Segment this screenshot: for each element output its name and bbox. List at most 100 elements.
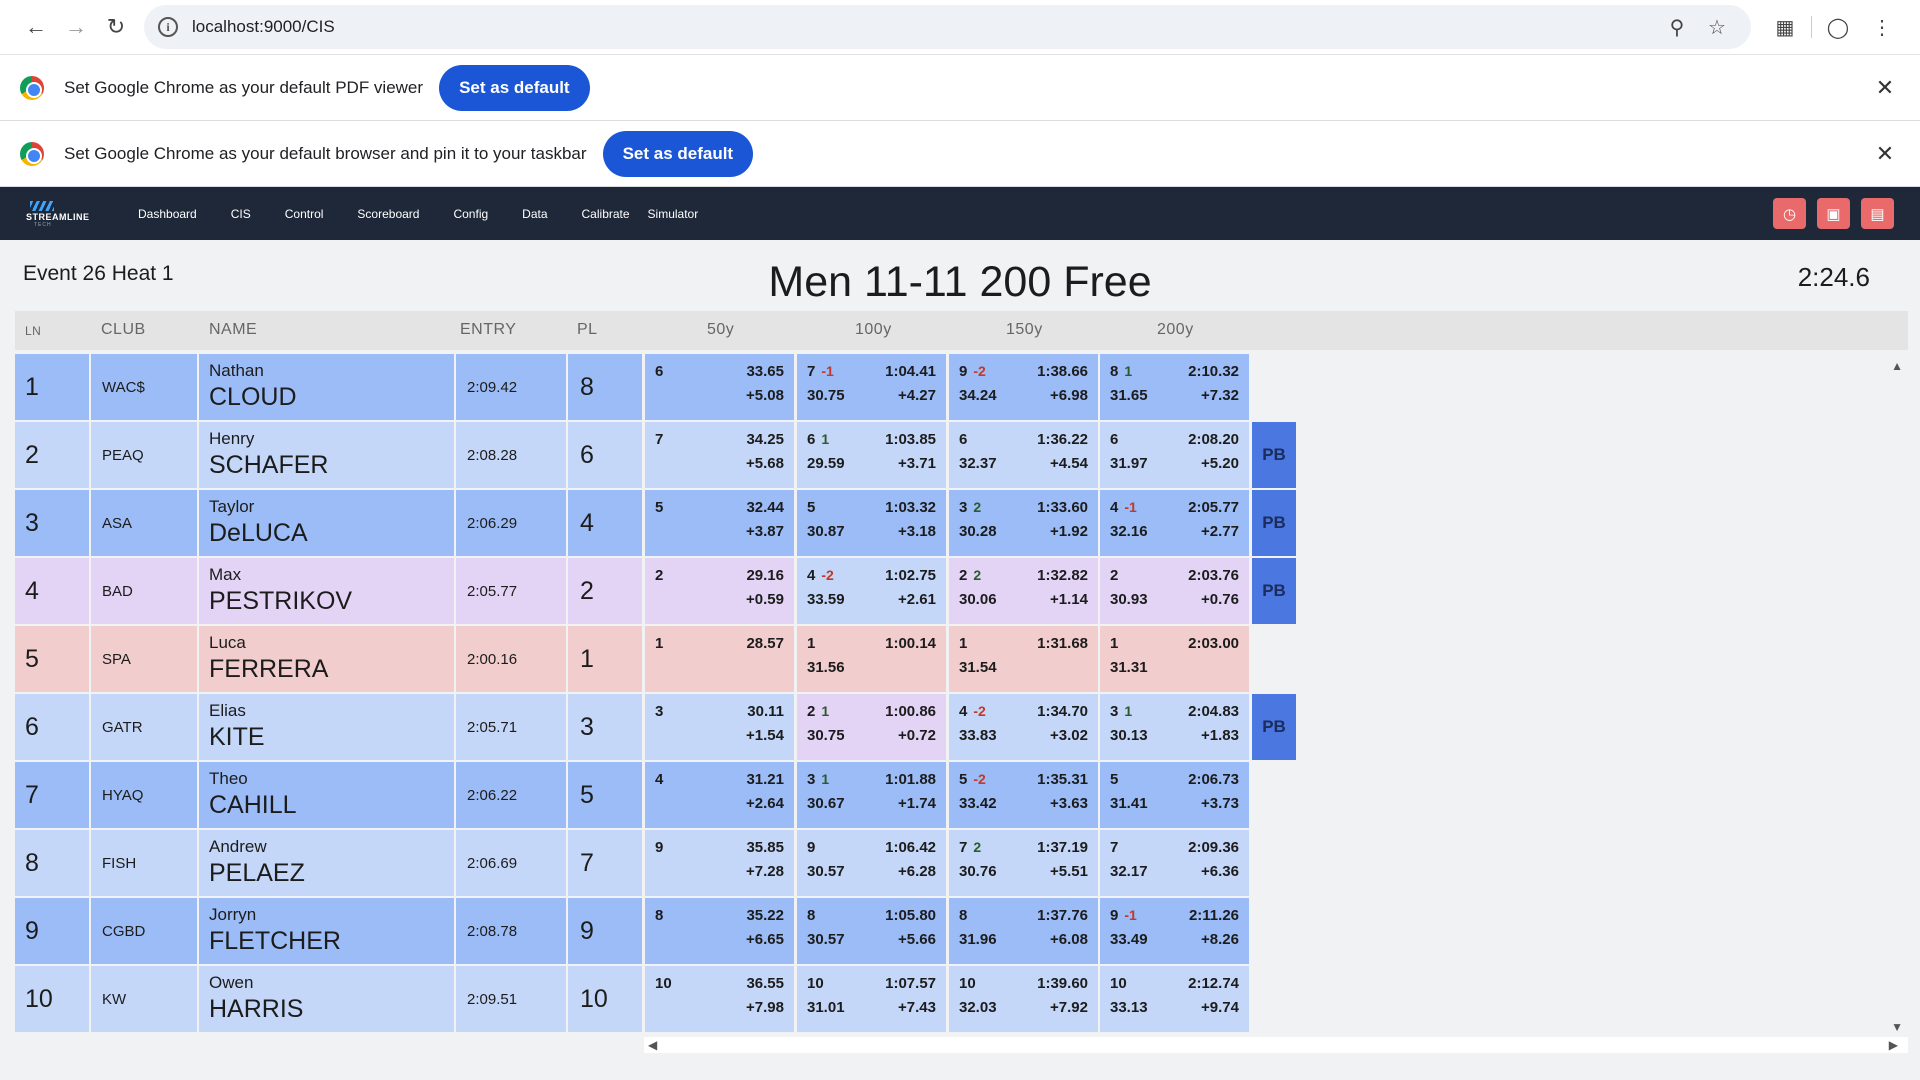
personal-best-badge: PB bbox=[1252, 558, 1296, 624]
time-behind-leader: +7.43 bbox=[898, 999, 936, 1016]
time-behind-leader: +0.59 bbox=[746, 591, 784, 608]
clock-icon[interactable]: ◷ bbox=[1773, 198, 1806, 229]
split-place-value: 8 bbox=[1110, 363, 1119, 380]
nav-config[interactable]: Config bbox=[453, 207, 488, 221]
lap-time: 32.17 bbox=[1110, 863, 1148, 880]
club-code: BAD bbox=[91, 558, 197, 624]
split-place-value: 2 bbox=[1110, 567, 1119, 584]
lane-number: 9 bbox=[15, 898, 89, 964]
nav-data[interactable]: Data bbox=[522, 207, 547, 221]
swimmer-name: Owen HARRIS bbox=[199, 966, 454, 1032]
split-place-value: 7 bbox=[655, 431, 664, 448]
nav-cis[interactable]: CIS bbox=[231, 207, 251, 221]
split-cell: 7 2:09.36 32.17 +6.36 bbox=[1100, 830, 1249, 896]
nav-dashboard[interactable]: Dashboard bbox=[138, 207, 197, 221]
lap-time: 31.01 bbox=[807, 999, 845, 1016]
split-cell: 4 31.21 +2.64 bbox=[645, 762, 794, 828]
scroll-left-arrow-icon[interactable]: ◀ bbox=[648, 1038, 657, 1052]
scroll-down-arrow-icon[interactable]: ▼ bbox=[1891, 1020, 1903, 1034]
close-icon[interactable]: ✕ bbox=[1870, 73, 1900, 103]
lap-time: 30.93 bbox=[1110, 591, 1148, 608]
cumulative-time: 1:06.42 bbox=[885, 839, 936, 856]
split-place: 5 bbox=[655, 499, 669, 516]
scroll-up-arrow-icon[interactable]: ▲ bbox=[1891, 359, 1903, 373]
last-name: SCHAFER bbox=[209, 451, 329, 479]
horizontal-scrollbar[interactable]: ◀ ▶ bbox=[644, 1037, 1908, 1053]
toolbar-divider bbox=[1811, 16, 1812, 38]
menu-kebab-icon[interactable]: ⋮ bbox=[1860, 5, 1904, 49]
zoom-icon[interactable]: ⚲ bbox=[1657, 7, 1697, 47]
close-icon[interactable]: ✕ bbox=[1870, 139, 1900, 169]
nav-scoreboard[interactable]: Scoreboard bbox=[357, 207, 419, 221]
url-text[interactable]: localhost:9000/CIS bbox=[192, 17, 1657, 37]
table-icon[interactable]: ▤ bbox=[1861, 198, 1894, 229]
place-change: 1 bbox=[821, 431, 830, 447]
set-default-button[interactable]: Set as default bbox=[439, 64, 590, 111]
cumulative-time: 33.65 bbox=[746, 363, 784, 380]
nav-calibrate[interactable]: Calibrate bbox=[582, 207, 630, 221]
cumulative-time: 1:00.14 bbox=[885, 635, 936, 652]
lap-time: 33.42 bbox=[959, 795, 997, 812]
cumulative-time: 1:02.75 bbox=[885, 567, 936, 584]
swimmer-name: Henry SCHAFER bbox=[199, 422, 454, 488]
lap-time: 30.28 bbox=[959, 523, 997, 540]
set-default-button[interactable]: Set as default bbox=[602, 130, 754, 177]
split-place-value: 5 bbox=[807, 499, 816, 516]
split-cell: 6 33.65 +5.08 bbox=[645, 354, 794, 420]
split-place: 6 bbox=[959, 431, 973, 448]
split-place: 5 bbox=[1110, 771, 1124, 788]
split-cell: 8 1:37.76 31.96 +6.08 bbox=[949, 898, 1098, 964]
time-behind-leader: +6.98 bbox=[1050, 387, 1088, 404]
time-behind-leader: +5.08 bbox=[746, 387, 784, 404]
split-cell: 8 35.22 +6.65 bbox=[645, 898, 794, 964]
col-header-50y: 50y bbox=[707, 321, 735, 338]
split-cell: 5 -2 1:35.31 33.42 +3.63 bbox=[949, 762, 1098, 828]
profile-icon[interactable]: ◯ bbox=[1816, 5, 1860, 49]
entry-time: 2:09.51 bbox=[456, 966, 566, 1032]
video-camera-icon[interactable]: ▣ bbox=[1817, 198, 1850, 229]
split-place-value: 4 bbox=[959, 703, 968, 720]
lap-time: 29.59 bbox=[807, 455, 845, 472]
split-place: 9 bbox=[807, 839, 821, 856]
forward-icon[interactable]: → bbox=[56, 7, 96, 47]
swimmer-name: Max PESTRIKOV bbox=[199, 558, 454, 624]
split-place: 6 bbox=[655, 363, 669, 380]
nav-simulator[interactable]: Simulator bbox=[648, 207, 699, 221]
time-behind-leader: +1.83 bbox=[1201, 727, 1239, 744]
back-icon[interactable]: ← bbox=[16, 7, 56, 47]
infobar-message: Set Google Chrome as your default PDF vi… bbox=[64, 77, 424, 97]
streamline-logo[interactable]: STREAMLINE TECH bbox=[26, 199, 98, 229]
split-place-value: 3 bbox=[1110, 703, 1119, 720]
swimmer-name: Elias KITE bbox=[199, 694, 454, 760]
split-place-value: 9 bbox=[959, 363, 968, 380]
bookmark-star-icon[interactable]: ☆ bbox=[1697, 7, 1737, 47]
nav-control[interactable]: Control bbox=[285, 207, 324, 221]
lap-time: 31.96 bbox=[959, 931, 997, 948]
scroll-right-arrow-icon[interactable]: ▶ bbox=[1889, 1038, 1898, 1052]
lane-number: 4 bbox=[15, 558, 89, 624]
cumulative-time: 1:33.60 bbox=[1037, 499, 1088, 516]
split-place: 10 bbox=[959, 975, 982, 992]
address-bar[interactable]: i localhost:9000/CIS ⚲ ☆ bbox=[144, 5, 1751, 49]
cumulative-time: 1:37.19 bbox=[1037, 839, 1088, 856]
final-place: 5 bbox=[568, 762, 642, 828]
place-change: 1 bbox=[1124, 703, 1133, 719]
cumulative-time: 1:32.82 bbox=[1037, 567, 1088, 584]
reload-icon[interactable]: ↻ bbox=[96, 7, 136, 47]
col-header-entry: ENTRY bbox=[460, 321, 517, 338]
time-behind-leader: +7.32 bbox=[1201, 387, 1239, 404]
split-place: 5 bbox=[807, 499, 821, 516]
split-cell: 2 1 1:00.86 30.75 +0.72 bbox=[797, 694, 946, 760]
infobar-default-browser: Set Google Chrome as your default browse… bbox=[0, 121, 1920, 187]
split-cell: 4 -2 1:34.70 33.83 +3.02 bbox=[949, 694, 1098, 760]
site-info-icon[interactable]: i bbox=[158, 17, 178, 37]
split-place-value: 2 bbox=[807, 703, 816, 720]
tab-search-icon[interactable]: ▦ bbox=[1763, 5, 1807, 49]
split-place: 72 bbox=[959, 839, 981, 856]
split-cell: 4 -1 2:05.77 32.16 +2.77 bbox=[1100, 490, 1249, 556]
split-place: 31 bbox=[1110, 703, 1132, 720]
place-change: 2 bbox=[973, 567, 982, 583]
cumulative-time: 29.16 bbox=[746, 567, 784, 584]
lap-time: 31.56 bbox=[807, 659, 845, 676]
split-cell: 7 34.25 +5.68 bbox=[645, 422, 794, 488]
